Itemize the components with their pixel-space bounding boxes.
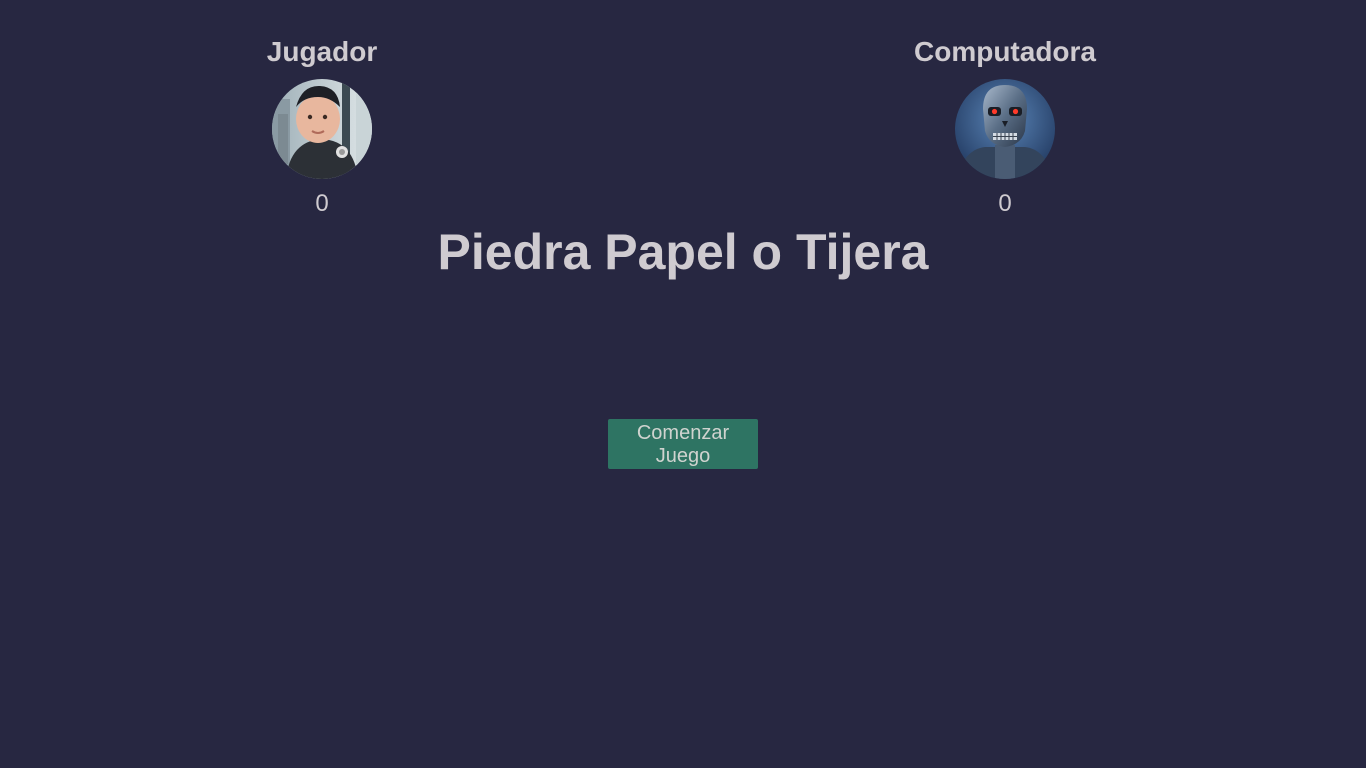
computer-score: 0 — [998, 190, 1012, 217]
computer-name: Computadora — [914, 36, 1096, 67]
game-screen: Jugador 0 Computadora 0 Piedra Papel o T… — [0, 0, 1366, 768]
game-title: Piedra Papel o Tijera — [437, 224, 929, 280]
player-name: Jugador — [266, 36, 378, 67]
player-panel: Jugador 0 — [192, 34, 452, 221]
computer-avatar-icon — [955, 79, 1055, 179]
computer-panel: Computadora 0 — [875, 34, 1135, 221]
player-avatar-icon — [272, 79, 372, 179]
start-game-button[interactable]: Comenzar Juego — [608, 419, 758, 469]
player-score: 0 — [315, 190, 329, 217]
